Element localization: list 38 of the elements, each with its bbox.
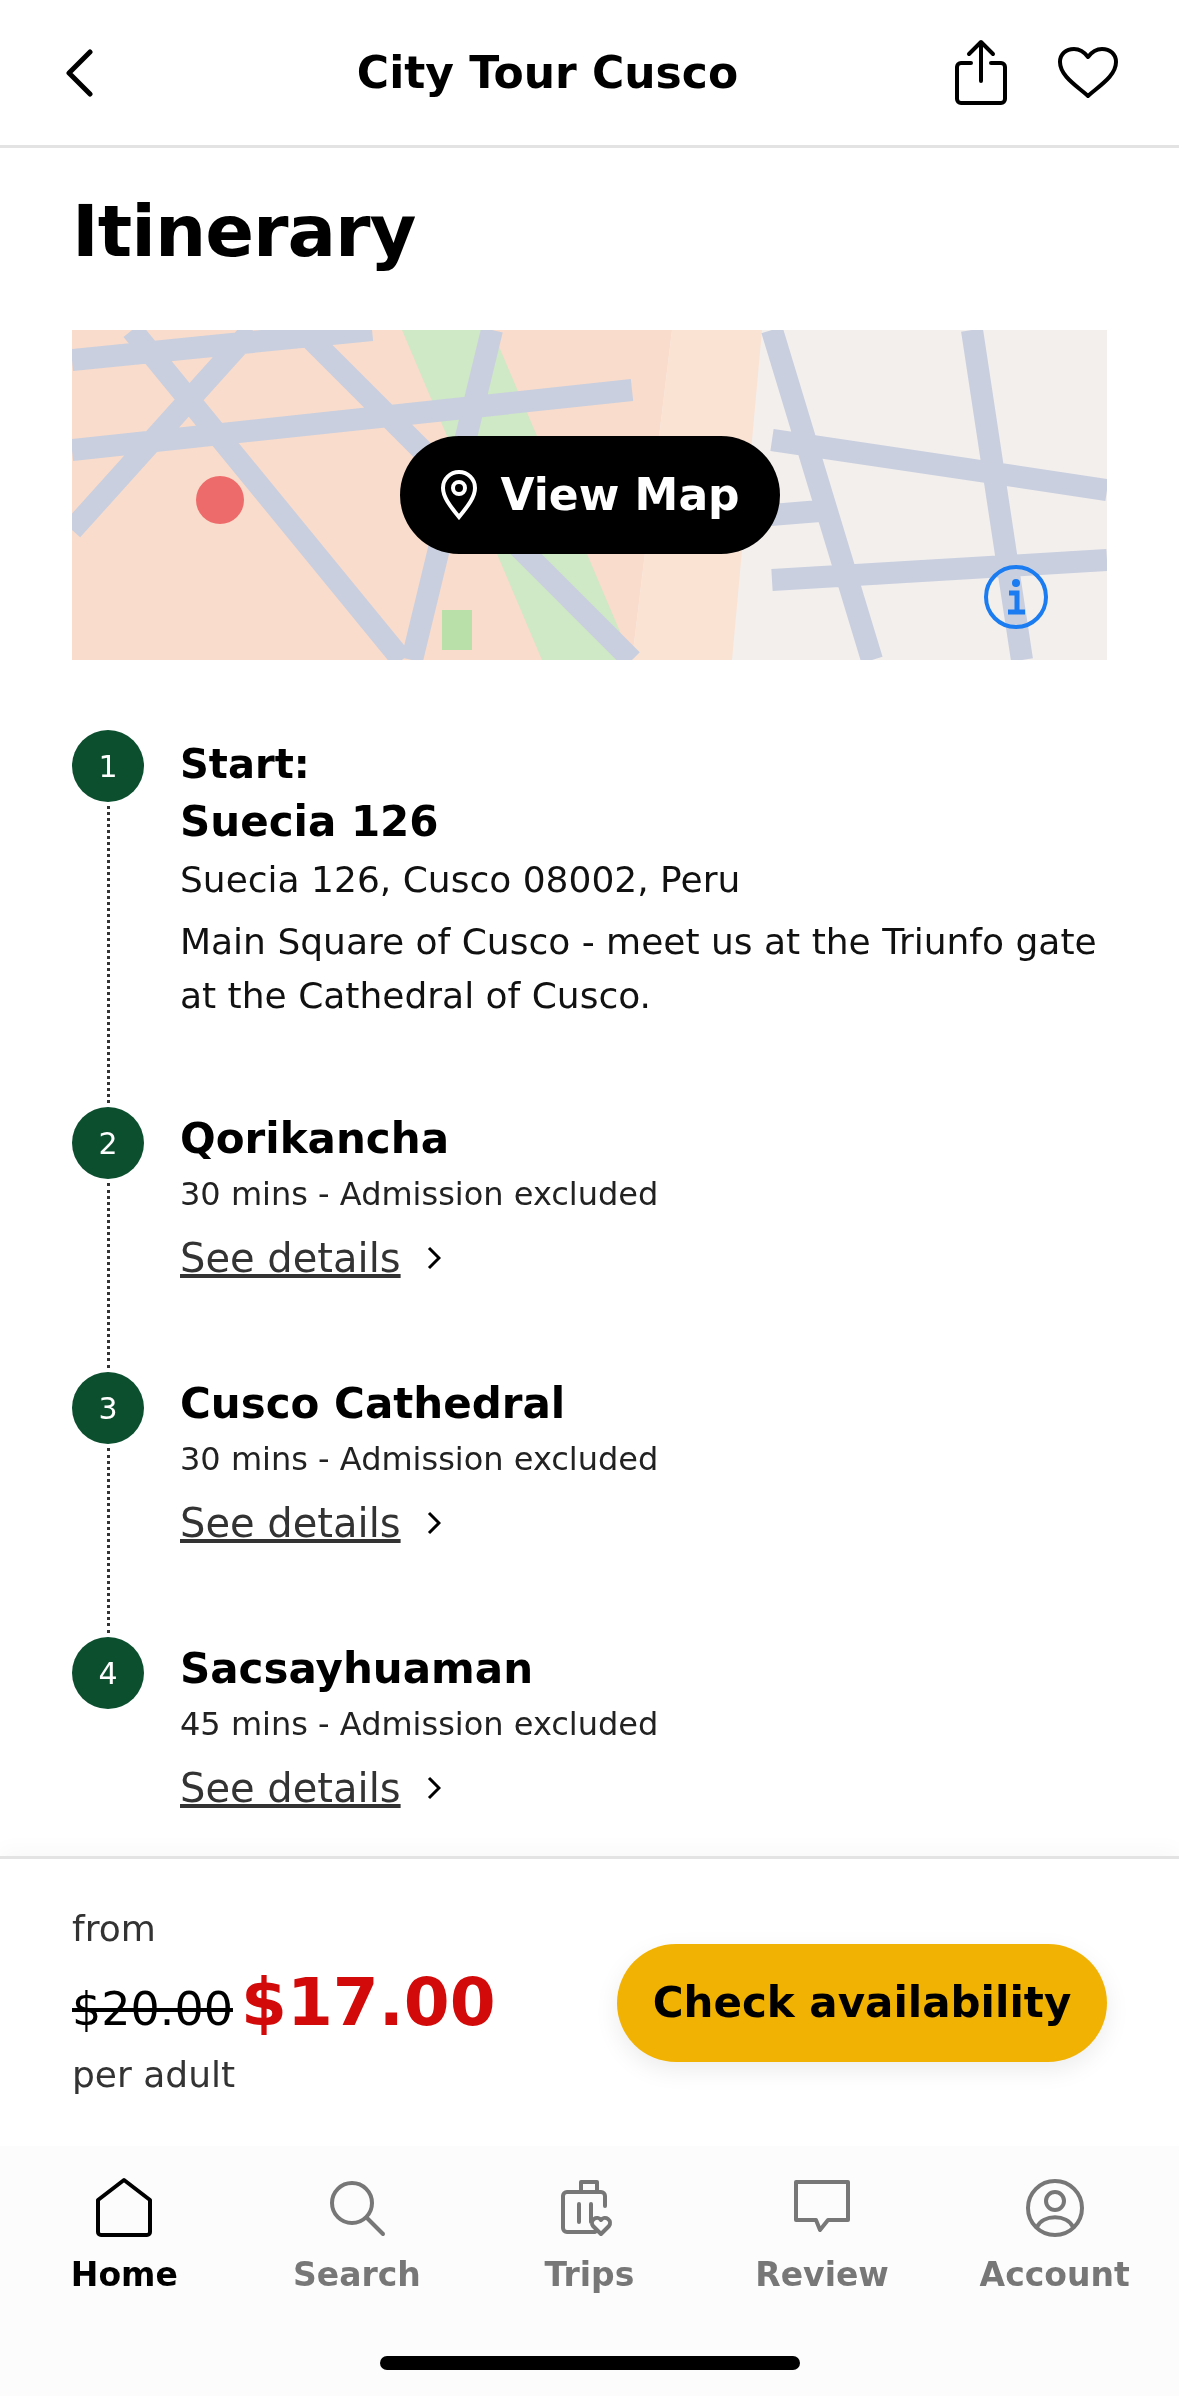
tab-bar-item[interactable]: Account [938, 2146, 1171, 2301]
stop-address: Suecia 126, Cusco 08002, Peru [180, 858, 742, 903]
step-number: 3 [72, 1372, 144, 1445]
stop-label: Start: [180, 740, 311, 790]
step-number: 2 [72, 1107, 144, 1180]
see-details-link[interactable]: See details [180, 1758, 441, 1819]
stop-title: Sacsayhuaman [180, 1643, 535, 1696]
back-icon[interactable] [64, 48, 94, 97]
stop-duration: 30 mins - Admission excluded [180, 1174, 660, 1216]
step-number: 4 [72, 1637, 144, 1710]
see-details-link[interactable]: See details [180, 1493, 441, 1554]
check-availability-button[interactable]: Check availability [617, 1943, 1107, 2062]
step-number: 1 [72, 730, 144, 803]
from-label: from [72, 1907, 157, 1952]
stop-description: Main Square of Cusco - meet us at the Triunfo gate at the Cathedral of Cusco. [180, 920, 1098, 1019]
stop-title: Suecia 126 [180, 796, 440, 849]
chevron-right-icon [426, 1776, 441, 1801]
see-details-link[interactable]: See details [180, 1228, 441, 1289]
price-unit: per adult [72, 2053, 237, 2097]
stop-title: Qorikancha [180, 1113, 450, 1166]
tab-bar-item[interactable]: Search [240, 2146, 474, 2301]
page-title: City Tour Cusco [356, 46, 739, 98]
chevron-right-icon [426, 1246, 441, 1271]
sale-price: $17.00 [240, 1963, 496, 2043]
tab-bar-item[interactable]: Home [8, 2146, 241, 2301]
chevron-right-icon [426, 1511, 441, 1536]
section-title: Itinerary [72, 188, 417, 275]
tab-bar-item[interactable]: Review [705, 2146, 939, 2301]
location-pin-icon [440, 470, 479, 521]
share-icon[interactable] [953, 38, 1009, 107]
tab-bar-item[interactable]: Trips [473, 2146, 706, 2301]
stop-duration: 45 mins - Admission excluded [180, 1704, 660, 1746]
stop-title: Cusco Cathedral [180, 1378, 567, 1431]
original-price: $20.00 [72, 1981, 233, 2038]
info-icon[interactable] [983, 564, 1049, 631]
view-map-button[interactable]: View Map [400, 436, 780, 555]
heart-icon[interactable] [1057, 45, 1119, 100]
stop-duration: 30 mins - Admission excluded [180, 1439, 660, 1481]
